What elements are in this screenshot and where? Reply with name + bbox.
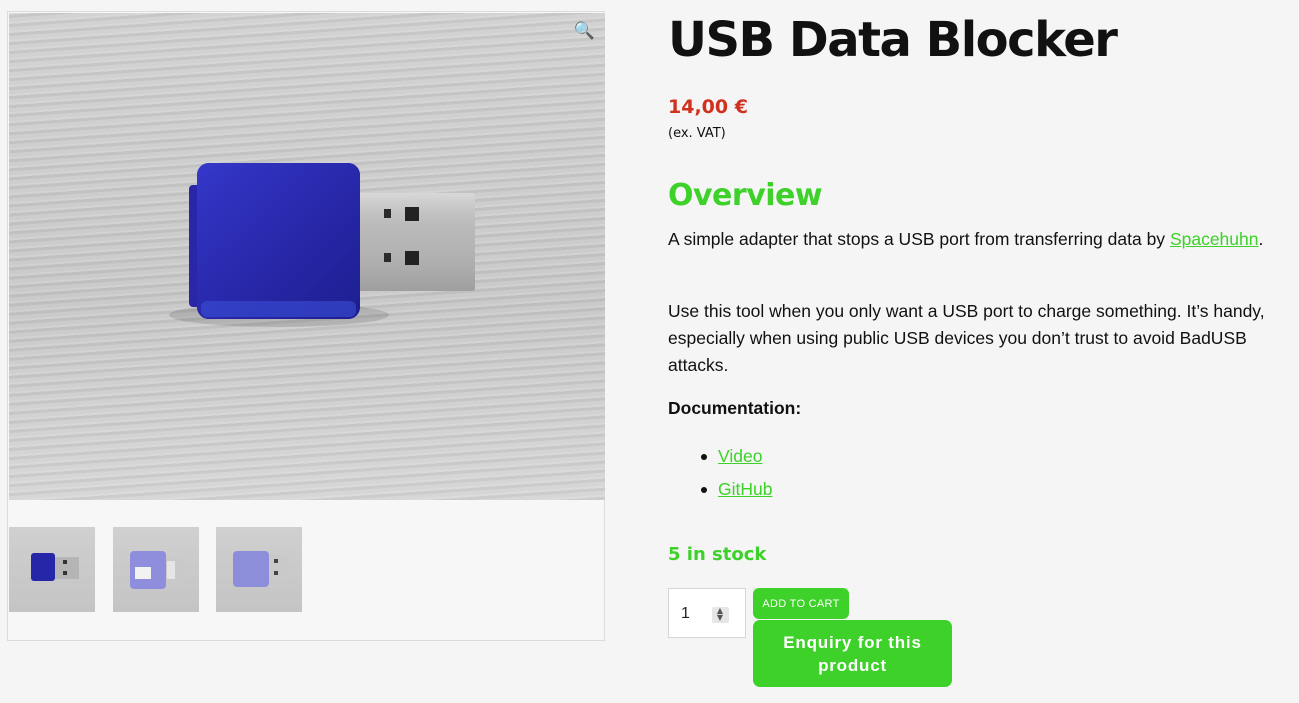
add-to-cart-button[interactable]: ADD TO CART bbox=[753, 588, 849, 619]
documentation-label: Documentation: bbox=[668, 398, 802, 418]
quantity-spinner[interactable]: ▲ ▼ bbox=[712, 607, 729, 623]
chevron-down-icon[interactable]: ▼ bbox=[716, 614, 724, 622]
vat-note: (ex. VAT) bbox=[668, 126, 726, 141]
description-period: . bbox=[1258, 229, 1264, 249]
overview-heading: Overview bbox=[668, 178, 823, 213]
thumbnail-3[interactable] bbox=[216, 527, 302, 612]
description-paragraph-2: Use this tool when you only want a USB p… bbox=[668, 301, 1265, 375]
list-item: GitHub bbox=[701, 476, 772, 509]
description-paragraph-1: A simple adapter that stops a USB port f… bbox=[668, 226, 1280, 253]
documentation-list: Video GitHub bbox=[701, 443, 772, 509]
blue-usb-thumbnail-image bbox=[31, 553, 79, 581]
light-usb-angle-thumbnail-image bbox=[233, 551, 288, 587]
main-product-image[interactable]: 🔍 bbox=[9, 13, 605, 500]
github-link[interactable]: GitHub bbox=[718, 479, 772, 499]
list-item: Video bbox=[701, 443, 772, 476]
thumbnail-1[interactable] bbox=[9, 527, 95, 612]
magnifier-icon[interactable]: 🔍 bbox=[574, 23, 595, 40]
bullet-icon bbox=[701, 454, 707, 460]
product-title: USB Data Blocker bbox=[668, 12, 1118, 68]
description-text: A simple adapter that stops a USB port f… bbox=[668, 229, 1166, 249]
product-gallery: 🔍 bbox=[7, 11, 605, 641]
quantity-input[interactable] bbox=[679, 601, 713, 627]
product-price: 14,00 € bbox=[668, 96, 748, 118]
stock-status: 5 in stock bbox=[668, 544, 767, 565]
light-usb-thumbnail-image bbox=[130, 551, 183, 589]
video-link[interactable]: Video bbox=[718, 446, 762, 466]
usb-blocker-photo bbox=[169, 163, 475, 327]
quantity-stepper: ▲ ▼ bbox=[668, 588, 746, 638]
spacehuhn-link[interactable]: Spacehuhn bbox=[1170, 229, 1259, 249]
thumbnail-2[interactable] bbox=[113, 527, 199, 612]
enquiry-button[interactable]: Enquiry for this product bbox=[753, 620, 952, 687]
bullet-icon bbox=[701, 487, 707, 493]
